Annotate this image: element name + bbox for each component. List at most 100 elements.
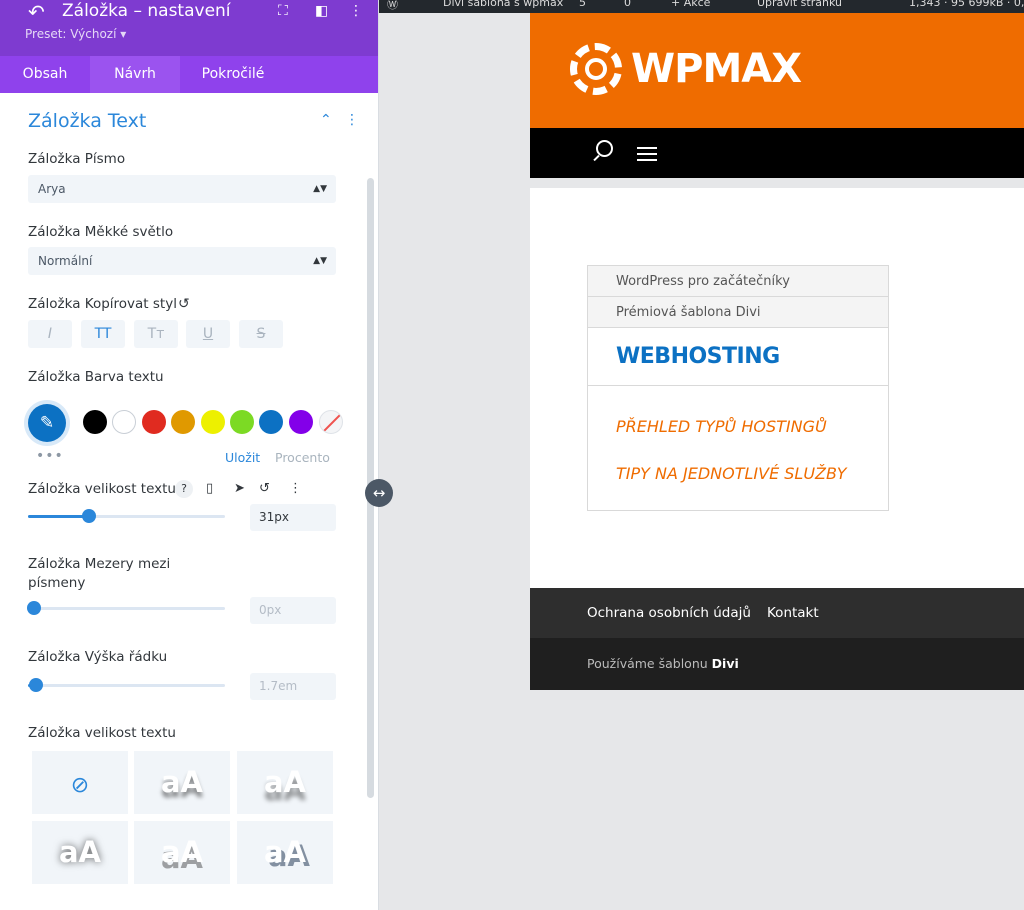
admin-edit-page[interactable]: Upravit stránku (757, 0, 842, 9)
tab-wordpress[interactable]: WordPress pro začátečníky (588, 266, 888, 297)
smallcaps-button[interactable]: Tт (134, 320, 178, 348)
tab-divi[interactable]: Prémiová šablona Divi (588, 297, 888, 328)
site-preview: WPMAX WordPress pro začátečníky Prémiová… (530, 13, 1024, 690)
weight-select-value: Normální (38, 254, 93, 268)
logo-check-icon (585, 58, 607, 80)
color-swatch[interactable] (171, 410, 196, 434)
hosting-types-link[interactable]: PŘEHLED TYPŮ HOSTINGŮ (616, 417, 827, 436)
reset-icon[interactable]: ↺ (259, 481, 270, 496)
tab-design[interactable]: Návrh (90, 56, 180, 93)
tab-webhosting[interactable]: WEBHOSTING (588, 328, 888, 386)
italic-button[interactable]: I (28, 320, 72, 348)
admin-new[interactable]: + Akce (671, 0, 710, 9)
more-icon[interactable]: ⋮ (289, 481, 302, 496)
admin-stats: 1,343 · 95 699kB · 0,0 (909, 0, 1024, 9)
spacing-label: Záložka Mezery mezi písmeny (28, 556, 171, 591)
site-logo[interactable]: WPMAX (631, 46, 802, 92)
more-colors-icon[interactable]: ••• (36, 448, 64, 464)
chevron-up-icon[interactable]: ⌃ (320, 112, 332, 128)
weight-label: Záložka Měkké světlo (28, 224, 174, 240)
admin-updates[interactable]: 5 (579, 0, 586, 9)
contact-link[interactable]: Kontakt (767, 605, 819, 621)
font-label: Záložka Písmo (28, 151, 126, 167)
nav-divider (530, 178, 1024, 188)
more-options-icon[interactable]: ⋮ (349, 3, 363, 19)
no-shadow-icon: ⊘ (70, 773, 90, 798)
divi-link[interactable]: Divi (712, 656, 739, 671)
panel-title: Záložka – nastavení (62, 1, 231, 21)
font-select-value: Arya (38, 182, 66, 196)
size-input[interactable]: 31px (250, 504, 336, 531)
tab-advanced[interactable]: Pokročilé (180, 56, 286, 93)
uppercase-button[interactable]: TT (81, 320, 125, 348)
lineheight-slider[interactable] (28, 678, 225, 692)
settings-panel: ↶ Záložka – nastavení Preset: Výchozí ▾ … (0, 0, 379, 910)
slider-handle[interactable] (26, 601, 41, 615)
services-tips-link[interactable]: TIPY NA JEDNOTLIVÉ SLUŽBY (616, 464, 846, 483)
underline-button[interactable]: U (186, 320, 230, 348)
style-label: Záložka Kopírovat styl (28, 296, 177, 312)
spacing-slider[interactable] (26, 601, 225, 615)
font-select[interactable]: Arya ▲▼ (28, 175, 336, 203)
credit-prefix: Používáme šablonu (587, 656, 708, 671)
site-header: WPMAX (530, 13, 1024, 128)
select-arrows-icon: ▲▼ (313, 256, 327, 266)
undo-icon[interactable]: ↶ (28, 2, 45, 22)
preset-dropdown[interactable]: Preset: Výchozí ▾ (25, 27, 126, 41)
shadow-option[interactable]: aA (134, 751, 230, 814)
shadow-option[interactable]: aA (134, 821, 230, 884)
privacy-link[interactable]: Ochrana osobních údajů (587, 605, 751, 621)
shadow-option[interactable]: aA (32, 821, 128, 884)
slider-handle[interactable] (28, 678, 43, 692)
tabs-module: WordPress pro začátečníky Prémiová šablo… (587, 265, 889, 511)
section-more-icon[interactable]: ⋮ (345, 112, 359, 128)
color-swatch[interactable] (83, 410, 107, 434)
size-label: Záložka velikost textu (28, 481, 176, 497)
help-icon[interactable]: ? (175, 480, 193, 498)
shadow-option[interactable]: aA (237, 821, 333, 884)
eyedropper-icon[interactable]: ✎ (28, 404, 66, 442)
admin-comments[interactable]: 0 (624, 0, 631, 9)
color-swatch[interactable] (288, 410, 313, 434)
no-color-swatch[interactable] (319, 410, 343, 434)
section-title[interactable]: Záložka Text (28, 110, 146, 132)
mobile-icon[interactable]: ▯ (206, 481, 213, 496)
spacing-input[interactable]: 0px (250, 597, 336, 624)
site-nav (530, 128, 1024, 178)
slider-handle[interactable] (82, 509, 97, 523)
wordpress-icon[interactable]: Ⓦ (387, 0, 398, 12)
shadow-option[interactable]: aA (237, 751, 333, 814)
color-label: Záložka Barva textu (28, 369, 164, 385)
hamburger-menu-icon[interactable] (637, 147, 657, 161)
panel-tabs: Obsah Návrh Pokročilé (0, 56, 378, 93)
search-icon[interactable] (596, 140, 613, 157)
color-swatch[interactable] (230, 410, 254, 434)
lineheight-input[interactable]: 1.7em (250, 673, 336, 700)
select-arrows-icon: ▲▼ (313, 184, 327, 194)
shadow-none-option[interactable]: ⊘ (32, 751, 128, 814)
footer-credits: Používáme šablonu Divi (530, 638, 1024, 690)
tab-content[interactable]: Obsah (0, 56, 90, 93)
color-swatch[interactable] (259, 410, 284, 434)
color-swatch[interactable] (200, 410, 225, 434)
reset-icon[interactable]: ↺ (178, 296, 190, 312)
lineheight-label: Záložka Výška řádku (28, 649, 168, 665)
cursor-icon[interactable]: ➤ (234, 481, 245, 496)
size-slider[interactable] (28, 509, 225, 523)
percent-link[interactable]: Procento (275, 450, 330, 465)
shadow-label: Záložka velikost textu (28, 725, 176, 741)
resize-handle-icon[interactable]: ↔ (365, 479, 393, 507)
panel-header: ↶ Záložka – nastavení Preset: Výchozí ▾ … (0, 0, 378, 56)
credit-text: Používáme šablonu Divi (587, 656, 739, 671)
weight-select[interactable]: Normální ▲▼ (28, 247, 336, 275)
admin-bar: Ⓦ Divi šablona s wpmax 5 0 + Akce Upravi… (379, 0, 1024, 13)
color-swatch[interactable] (112, 410, 137, 434)
strikethrough-button[interactable]: S (239, 320, 283, 348)
slider-fill (28, 515, 90, 518)
split-view-icon[interactable]: ◧ (315, 3, 328, 19)
fullscreen-icon[interactable]: ⛶ (278, 3, 288, 19)
color-swatch[interactable] (141, 410, 166, 434)
admin-site-name[interactable]: Divi šablona s wpmax (443, 0, 563, 9)
footer-menu: Ochrana osobních údajů Kontakt (530, 588, 1024, 638)
save-color-link[interactable]: Uložit (225, 450, 260, 465)
